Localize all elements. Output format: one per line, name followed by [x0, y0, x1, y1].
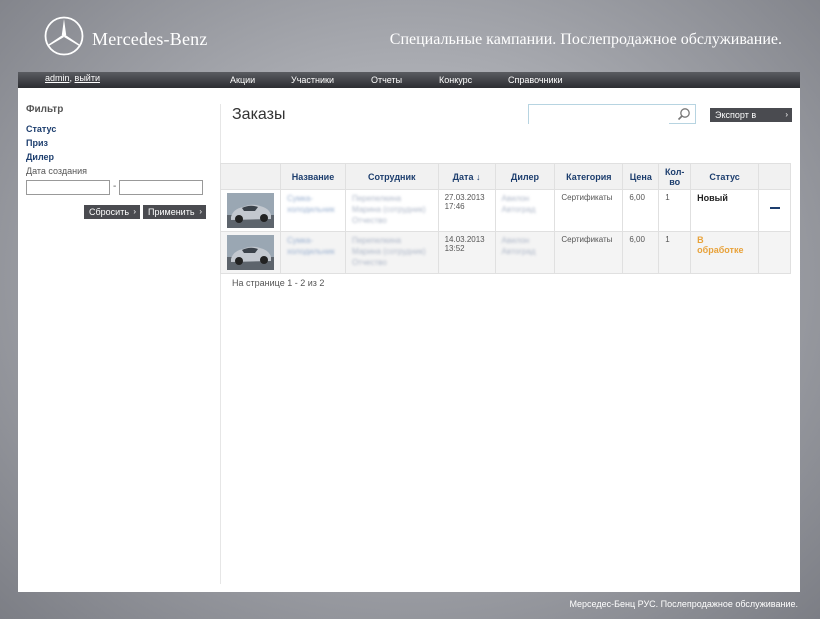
filter-sidebar: Фильтр Статус Приз Дилер Дата создания -…: [18, 88, 220, 592]
logout-link[interactable]: выйти: [75, 73, 100, 83]
row-time-value: 17:46: [444, 202, 465, 211]
status-badge: В обработке: [697, 235, 744, 255]
car-thumbnail[interactable]: [227, 193, 274, 228]
car-thumbnail[interactable]: [227, 235, 274, 270]
row-date-value: 27.03.2013: [444, 193, 485, 202]
row-employee: Перепелкина Марина (сотрудник) Отчество: [344, 231, 439, 274]
col-dealer[interactable]: Дилер: [494, 163, 556, 190]
filter-prize-link[interactable]: Приз: [26, 138, 48, 148]
status-badge: Новый: [697, 193, 728, 203]
col-name[interactable]: Название: [280, 163, 346, 190]
row-time-value: 13:52: [444, 244, 465, 253]
page-title: Заказы: [232, 106, 286, 123]
menu-item-reports[interactable]: Отчеты: [371, 75, 402, 85]
filter-title: Фильтр: [26, 104, 64, 115]
col-qty[interactable]: Кол-во: [658, 163, 692, 190]
user-separator: ,: [69, 73, 73, 83]
col-employee[interactable]: Сотрудник: [344, 163, 439, 190]
row-name[interactable]: Сумка-холодильник: [280, 231, 346, 274]
search-input[interactable]: [529, 106, 669, 125]
col-category[interactable]: Категория: [554, 163, 624, 190]
row-qty: 1: [658, 231, 692, 274]
menu-item-participants[interactable]: Участники: [291, 75, 334, 85]
top-navigation: admin, выйти Акции Участники Отчеты Конк…: [18, 72, 800, 88]
chevron-right-icon: ›: [199, 207, 202, 216]
search-box: [528, 104, 696, 125]
row-date: 14.03.2013 13:52: [437, 231, 496, 274]
search-icon[interactable]: [677, 107, 691, 121]
reset-button-label: Сбросить: [89, 207, 130, 217]
site-tagline: Специальные кампании. Послепродажное обс…: [389, 31, 782, 48]
date-from-input[interactable]: [26, 180, 110, 195]
row-dealer: Авилон Автоград: [494, 189, 556, 232]
row-name[interactable]: Сумка-холодильник: [280, 189, 346, 232]
table-row[interactable]: Сумка-холодильник Перепелкина Марина (со…: [220, 189, 791, 232]
reset-button[interactable]: Сбросить ›: [84, 205, 140, 219]
row-status: Новый: [690, 189, 760, 232]
brand-name: Mercedes-Benz: [92, 29, 208, 49]
header: Mercedes-Benz Специальные кампании. Посл…: [0, 0, 820, 72]
filter-dealer-link[interactable]: Дилер: [26, 152, 54, 162]
chevron-right-icon: ›: [133, 207, 136, 216]
row-status: В обработке: [690, 231, 760, 274]
date-range-separator: -: [113, 181, 117, 192]
col-date[interactable]: Дата ↓: [437, 163, 496, 190]
row-employee: Перепелкина Марина (сотрудник) Отчество: [344, 189, 439, 232]
row-actions: [758, 231, 791, 274]
pagination-info: На странице 1 - 2 из 2: [232, 278, 325, 288]
orders-table: Название Сотрудник Дата ↓ Дилер Категори…: [220, 163, 791, 274]
col-image: [220, 163, 281, 190]
menu-item-directories[interactable]: Справочники: [508, 75, 563, 85]
chevron-right-icon: ›: [785, 110, 788, 119]
row-image-cell: [220, 189, 281, 232]
row-date: 27.03.2013 17:46: [437, 189, 496, 232]
menu-item-contest[interactable]: Конкурс: [439, 75, 472, 85]
table-header-row: Название Сотрудник Дата ↓ Дилер Категори…: [220, 163, 791, 190]
row-actions: [758, 189, 791, 232]
row-image-cell: [220, 231, 281, 274]
row-qty: 1: [658, 189, 692, 232]
export-excel-button[interactable]: Экспорт в Excel ›: [710, 108, 792, 134]
content-panel: Фильтр Статус Приз Дилер Дата создания -…: [18, 88, 800, 592]
row-price: 6,00: [622, 231, 660, 274]
apply-button[interactable]: Применить ›: [143, 205, 206, 219]
row-price: 6,00: [622, 189, 660, 232]
table-row[interactable]: Сумка-холодильник Перепелкина Марина (со…: [220, 231, 791, 274]
apply-button-label: Применить: [148, 207, 195, 217]
mercedes-star-logo-icon[interactable]: [44, 16, 84, 56]
menu-item-promotions[interactable]: Акции: [230, 75, 255, 85]
col-price[interactable]: Цена: [622, 163, 660, 190]
date-created-label: Дата создания: [26, 166, 87, 176]
col-status[interactable]: Статус: [690, 163, 760, 190]
row-date-value: 14.03.2013: [444, 235, 485, 244]
user-area: admin, выйти: [45, 73, 100, 83]
col-actions: [758, 163, 791, 190]
footer-text: Мерседес-Бенц РУС. Послепродажное обслуж…: [569, 599, 798, 609]
row-category: Сертификаты: [554, 231, 624, 274]
minus-icon[interactable]: [769, 207, 780, 209]
username-link[interactable]: admin: [45, 73, 70, 83]
filter-status-link[interactable]: Статус: [26, 124, 56, 134]
row-category: Сертификаты: [554, 189, 624, 232]
row-dealer: Авилон Автоград: [494, 231, 556, 274]
date-to-input[interactable]: [119, 180, 203, 195]
export-excel-label: Экспорт в Excel: [715, 110, 757, 134]
